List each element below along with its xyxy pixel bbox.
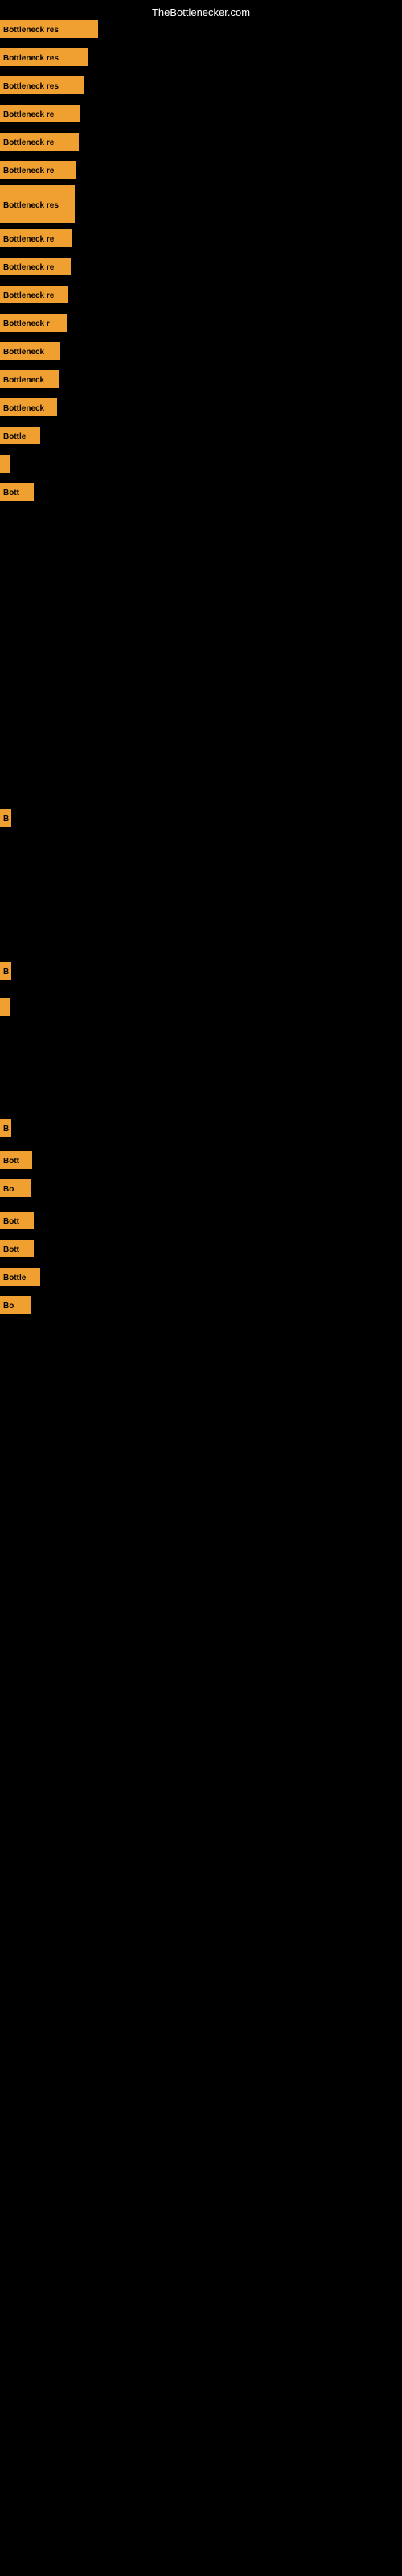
bar-item: Bott xyxy=(0,1240,34,1257)
bar-item: Bottleneck re xyxy=(0,105,80,122)
bar-item: Bottle xyxy=(0,1268,40,1286)
bar-item: Bottleneck re xyxy=(0,133,79,151)
bar-item: Bottleneck res xyxy=(0,20,98,38)
bar-item: Bottleneck res xyxy=(0,185,75,223)
bar-item: Bottleneck re xyxy=(0,258,71,275)
bar-item: Bottleneck r xyxy=(0,314,67,332)
bar-item: Bottleneck res xyxy=(0,48,88,66)
bar-item: Bott xyxy=(0,1212,34,1229)
bar-item: B xyxy=(0,1119,11,1137)
bar-item: Bottleneck xyxy=(0,370,59,388)
bar-item: B xyxy=(0,809,11,827)
bar-item: Bo xyxy=(0,1179,31,1197)
bar-item xyxy=(0,998,10,1016)
bar-item: Bottleneck res xyxy=(0,76,84,94)
bar-item: Bottleneck xyxy=(0,398,57,416)
bar-item: Bottleneck xyxy=(0,342,60,360)
bar-item: Bott xyxy=(0,1151,32,1169)
bar-item: B xyxy=(0,962,11,980)
bar-item: Bottleneck re xyxy=(0,286,68,303)
bar-item: Bottleneck re xyxy=(0,161,76,179)
bar-item: Bo xyxy=(0,1296,31,1314)
bar-item: Bottle xyxy=(0,427,40,444)
site-title: TheBottlenecker.com xyxy=(152,6,250,19)
bar-item xyxy=(0,455,10,473)
bar-item: Bott xyxy=(0,483,34,501)
bar-item: Bottleneck re xyxy=(0,229,72,247)
